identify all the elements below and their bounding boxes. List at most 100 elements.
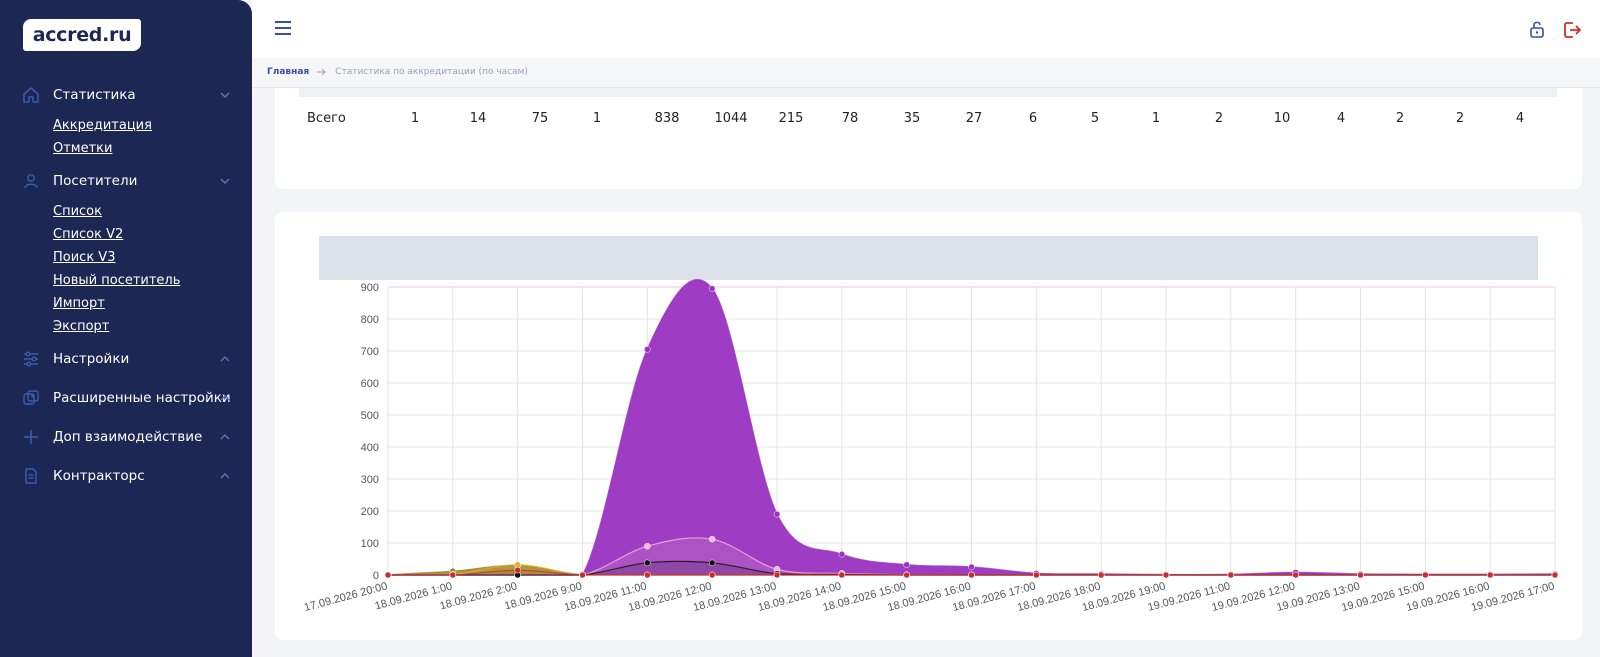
chevron-up-icon (220, 472, 230, 479)
chevron-up-icon (220, 394, 230, 401)
y-tick-label: 600 (361, 378, 379, 390)
totals-cell: 35 (903, 111, 921, 126)
data-point (773, 510, 781, 518)
data-point (514, 561, 521, 569)
table-header-strip (299, 88, 1557, 97)
totals-cell: 78 (841, 111, 859, 126)
sidebar-section-contractors[interactable]: Контракторс (0, 463, 252, 489)
data-point (644, 571, 651, 579)
breadcrumb: Главная Статистика по аккредитации (по ч… (267, 67, 528, 77)
home-icon (23, 87, 39, 103)
sidebar-section-settings[interactable]: Настройки (0, 346, 252, 372)
data-point (1162, 571, 1170, 579)
data-point (1551, 571, 1559, 579)
totals-cell: 27 (965, 111, 983, 126)
y-tick-label: 400 (361, 442, 379, 454)
totals-cell: 838 (654, 111, 680, 126)
totals-cell: 1 (592, 111, 602, 126)
sidebar-section-advanced-settings[interactable]: Расширенные настройки (0, 385, 252, 411)
sidebar-section-label: Расширенные настройки (53, 390, 231, 406)
sliders-icon (24, 351, 38, 367)
totals-cell: 1 (1151, 111, 1161, 126)
data-point (1422, 571, 1429, 579)
data-point (708, 285, 716, 292)
totals-cell: 75 (531, 111, 549, 126)
document-icon (25, 468, 37, 484)
hamburger-icon[interactable] (274, 19, 292, 37)
data-point (968, 563, 975, 571)
data-point (708, 571, 716, 579)
chart-card: 0 100 200 300 400 500 600 700 800 900 17.09.2026 2… (275, 212, 1582, 640)
totals-row: Всего 1 14 75 1 838 1044 215 78 35 27 6 5 1 2 10 4 2 2 4 (275, 111, 1582, 131)
y-tick-label: 800 (361, 314, 379, 326)
hourly-chart: 010020030040050060070080090017.09.2026 2… (303, 279, 1559, 614)
totals-card: Всего 1 14 75 1 838 1044 215 78 35 27 6 5 1 2 10 4 2 2 4 (275, 88, 1582, 189)
sidebar-link-new-visitor[interactable]: Новый посетитель (53, 273, 180, 288)
y-tick-label: 200 (361, 506, 379, 518)
data-point (644, 559, 651, 567)
sidebar-link-export[interactable]: Экспорт (53, 319, 109, 334)
totals-cell: 10 (1273, 111, 1291, 126)
sidebar-section-label: Настройки (53, 351, 130, 367)
logo[interactable]: accred.ru (23, 19, 141, 51)
sidebar-section-label: Статистика (53, 87, 136, 103)
chevron-down-icon (220, 178, 230, 185)
logo-text: accred.ru (32, 24, 132, 46)
data-point (1033, 571, 1040, 579)
data-point (1097, 571, 1105, 579)
data-point (773, 571, 781, 579)
totals-cell: 14 (469, 111, 487, 126)
sidebar-section-label: Доп взаимодействие (53, 429, 203, 445)
sidebar-link-marks[interactable]: Отметки (53, 141, 112, 156)
y-tick-label: 300 (361, 474, 379, 486)
data-point (903, 571, 910, 579)
sidebar-section-label: Контракторс (53, 468, 145, 484)
y-tick-label: 500 (361, 410, 379, 422)
sidebar-link-search-v3[interactable]: Поиск V3 (53, 250, 115, 265)
sidebar-section-label: Посетители (53, 173, 138, 189)
data-point (1357, 571, 1364, 579)
chevron-down-icon (220, 92, 230, 99)
totals-label: Всего (307, 111, 346, 126)
totals-cell: 215 (778, 111, 804, 126)
logout-icon[interactable] (1562, 20, 1582, 40)
user-icon (24, 174, 38, 189)
totals-cell: 2 (1395, 111, 1405, 126)
data-point (838, 550, 846, 558)
sidebar-link-accreditation[interactable]: Аккредитация (53, 118, 152, 133)
data-point (708, 535, 716, 543)
totals-cell: 1 (410, 111, 420, 126)
data-point (708, 559, 716, 567)
sidebar: accred.ru Статистика Аккредитация Отметк… (0, 0, 252, 657)
totals-cell: 2 (1455, 111, 1465, 126)
sidebar-link-import[interactable]: Импорт (53, 296, 105, 311)
data-point (644, 542, 651, 550)
data-point (903, 561, 910, 569)
totals-cell: 2 (1214, 111, 1224, 126)
chevron-up-icon (220, 433, 230, 440)
data-point (384, 571, 392, 579)
totals-cell: 4 (1515, 111, 1525, 126)
data-point (1227, 571, 1235, 579)
totals-cell: 4 (1336, 111, 1346, 126)
breadcrumb-home[interactable]: Главная (267, 67, 309, 77)
data-point (644, 346, 651, 353)
data-point (838, 571, 846, 579)
data-point (968, 571, 975, 579)
breadcrumb-current: Статистика по аккредитации (по часам) (335, 67, 528, 77)
data-point (449, 571, 457, 579)
top-header (252, 0, 1600, 58)
data-point (579, 571, 586, 579)
advanced-settings-icon (23, 390, 39, 405)
data-point (1292, 571, 1299, 579)
sidebar-section-statistics[interactable]: Статистика (0, 82, 252, 108)
y-tick-label: 900 (361, 282, 379, 294)
sidebar-section-extra-interaction[interactable]: Доп взаимодействие (0, 424, 252, 450)
sidebar-link-list[interactable]: Список (53, 204, 102, 219)
sidebar-section-visitors[interactable]: Посетители (0, 168, 252, 194)
data-point (1486, 571, 1494, 579)
lock-icon[interactable] (1528, 20, 1546, 38)
data-point (514, 566, 521, 574)
y-tick-label: 700 (361, 346, 379, 358)
sidebar-link-list-v2[interactable]: Список V2 (53, 227, 123, 242)
